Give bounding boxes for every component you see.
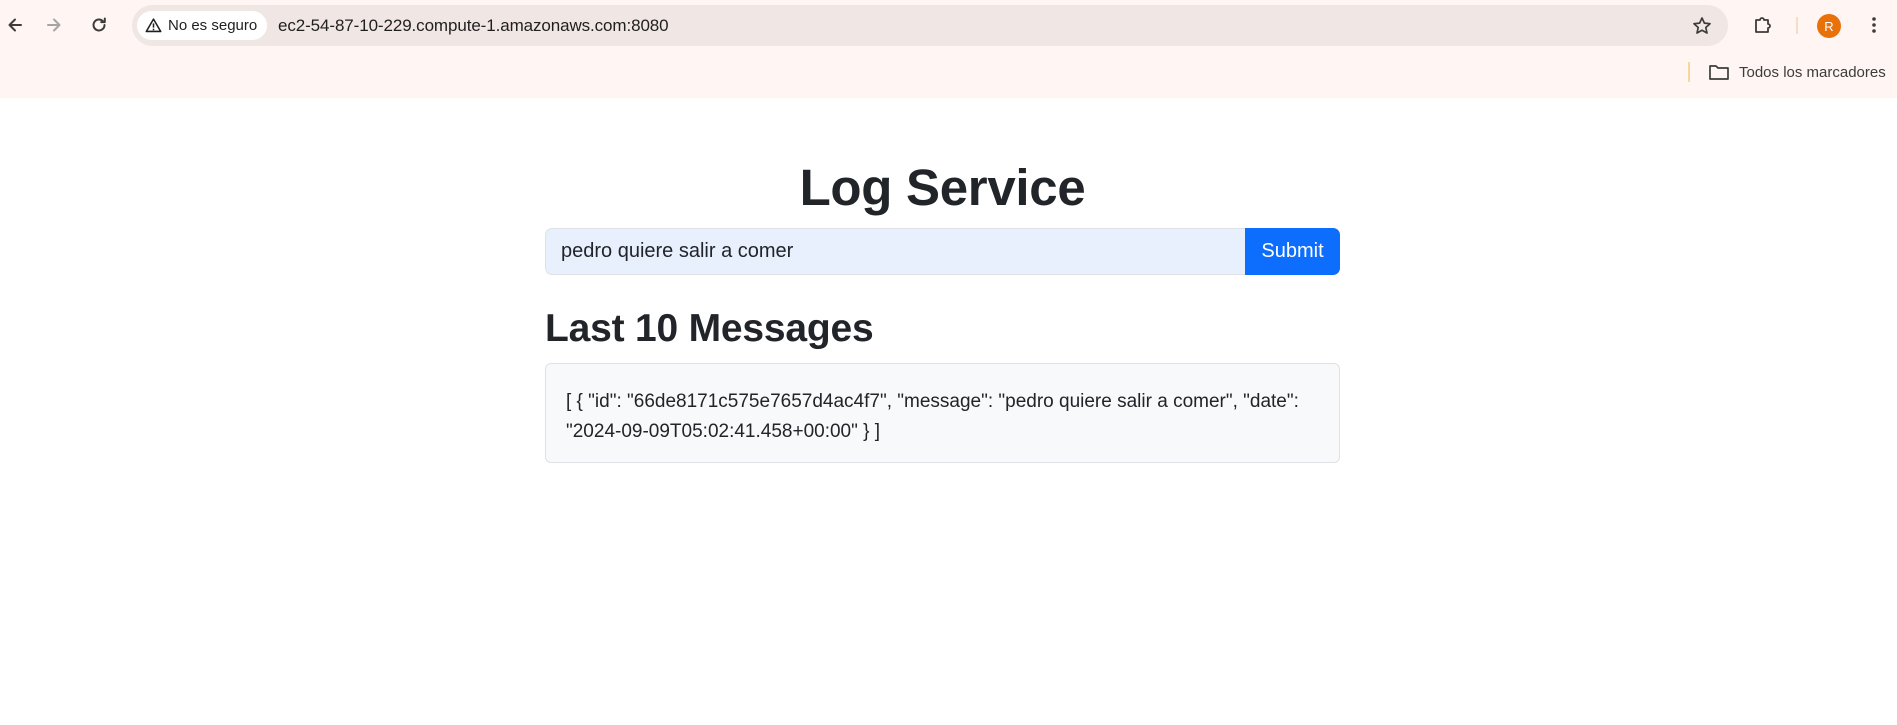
security-label: No es seguro	[168, 17, 258, 34]
warning-icon	[145, 18, 162, 33]
message-input[interactable]	[545, 228, 1245, 275]
forward-arrow-icon	[47, 18, 61, 32]
message-form: Submit	[545, 228, 1340, 275]
kebab-menu-icon	[1872, 17, 1876, 33]
bookmarks-separator	[1688, 62, 1690, 82]
page-content: Log Service Submit Last 10 Messages [ { …	[0, 98, 1897, 725]
back-button[interactable]	[0, 10, 30, 40]
submit-button[interactable]: Submit	[1245, 228, 1340, 275]
menu-button[interactable]	[1859, 10, 1889, 40]
browser-chrome: No es seguro ec2-54-87-10-229.compute-1.…	[0, 0, 1897, 98]
messages-output: [ { "id": "66de8171c575e7657d4ac4f7", "m…	[545, 363, 1340, 463]
star-icon	[1692, 16, 1711, 34]
bookmark-star-button[interactable]	[1687, 11, 1716, 40]
extensions-button[interactable]	[1748, 10, 1778, 40]
address-bar[interactable]: No es seguro ec2-54-87-10-229.compute-1.…	[132, 5, 1728, 46]
messages-heading: Last 10 Messages	[545, 307, 874, 350]
toolbar-separator	[1796, 17, 1798, 34]
extensions-icon	[1755, 17, 1771, 33]
profile-avatar[interactable]: R	[1817, 14, 1841, 38]
page-title: Log Service	[799, 159, 1086, 216]
reload-button[interactable]	[84, 10, 114, 40]
bookmarks-folder-label: Todos los marcadores	[1739, 63, 1886, 81]
url-text[interactable]: ec2-54-87-10-229.compute-1.amazonaws.com…	[278, 5, 669, 46]
avatar-initial: R	[1824, 18, 1834, 34]
folder-icon	[1709, 65, 1729, 80]
reload-icon	[92, 17, 106, 32]
security-indicator[interactable]: No es seguro	[137, 11, 268, 40]
forward-button[interactable]	[39, 10, 69, 40]
all-bookmarks-folder[interactable]: Todos los marcadores	[1708, 60, 1886, 84]
back-arrow-icon	[8, 18, 22, 32]
